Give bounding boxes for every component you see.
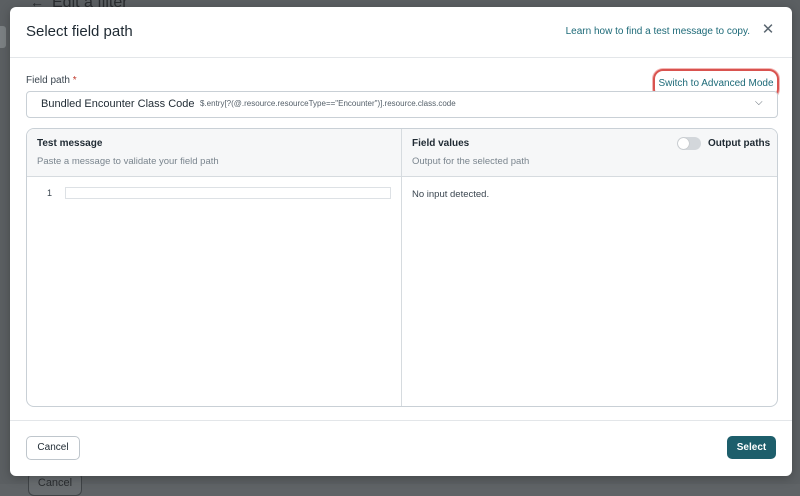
- select-button[interactable]: Select: [727, 436, 776, 459]
- chevron-down-icon[interactable]: ⌵: [755, 97, 767, 109]
- selected-path-expression: $.entry[?(@.resource.resourceType=="Enco…: [200, 99, 456, 108]
- dialog-footer: Cancel Select: [10, 420, 792, 476]
- test-message-editor[interactable]: [65, 187, 391, 199]
- panel-divider: [401, 129, 402, 406]
- output-paths-toggle[interactable]: [677, 137, 701, 150]
- select-field-path-dialog: Select field path Learn how to find a te…: [10, 7, 792, 476]
- required-marker: *: [72, 75, 77, 86]
- field-values-empty-text: No input detected.: [412, 189, 490, 200]
- background-side-tab: [0, 26, 6, 48]
- selected-path-name: Bundled Encounter Class Code: [41, 98, 195, 110]
- field-values-title: Field values: [412, 138, 470, 149]
- learn-test-message-link[interactable]: Learn how to find a test message to copy…: [566, 26, 750, 37]
- validation-panel: Test message Paste a message to validate…: [26, 128, 778, 407]
- dialog-title: Select field path: [26, 23, 133, 40]
- field-path-label-text: Field path: [26, 75, 70, 86]
- test-message-hint: Paste a message to validate your field p…: [37, 156, 219, 167]
- editor-line-number: 1: [47, 188, 53, 198]
- dialog-header: Select field path Learn how to find a te…: [10, 7, 792, 58]
- field-path-label: Field path *: [26, 75, 77, 86]
- test-message-title: Test message: [37, 138, 103, 149]
- field-values-subtitle: Output for the selected path: [412, 156, 530, 167]
- field-path-select[interactable]: Bundled Encounter Class Code $.entry[?(@…: [26, 91, 778, 118]
- toggle-knob: [678, 138, 689, 149]
- cancel-button[interactable]: Cancel: [26, 436, 80, 460]
- validation-panel-header: [27, 129, 777, 177]
- output-paths-label: Output paths: [708, 138, 771, 149]
- close-icon[interactable]: ✕: [760, 22, 776, 38]
